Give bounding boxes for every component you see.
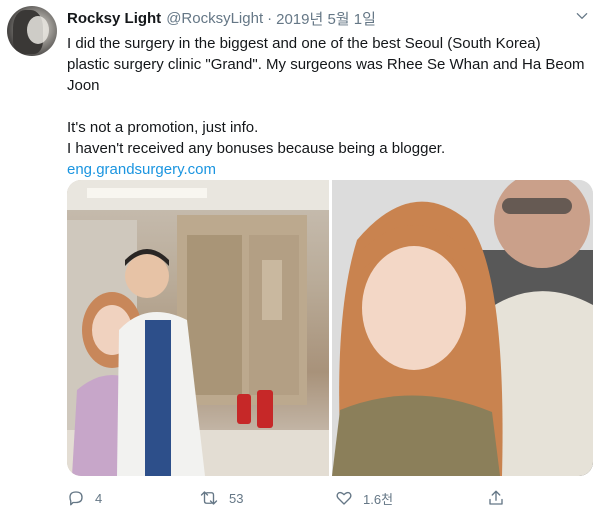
photo-clinic-scene <box>67 180 329 476</box>
more-options-button[interactable] <box>572 6 592 26</box>
reply-button[interactable]: 4 <box>67 485 102 511</box>
like-button[interactable]: 1.6천 <box>335 485 393 511</box>
author-handle[interactable]: @RocksyLight <box>166 10 263 27</box>
tweet-text-paragraph-2: It's not a promotion, just info. <box>67 119 259 136</box>
tweet-text-paragraph-1: I did the surgery in the biggest and one… <box>67 35 585 94</box>
tweet-text: I did the surgery in the biggest and one… <box>67 33 587 180</box>
share-button[interactable] <box>487 485 515 511</box>
tweet-actions: 4 53 1.6천 <box>67 485 587 511</box>
photo-selfie-scene <box>332 180 593 476</box>
retweet-button[interactable]: 53 <box>199 485 243 511</box>
like-count: 1.6천 <box>363 491 394 507</box>
tweet-text-paragraph-3: I haven't received any bonuses because b… <box>67 140 446 157</box>
tweet-date[interactable]: 2019년 5월 1일 <box>276 8 376 29</box>
retweet-icon <box>200 491 218 505</box>
heart-icon <box>336 491 352 505</box>
reply-icon <box>69 491 83 506</box>
tweet-card[interactable]: Rocksy Light @RocksyLight · 2019년 5월 1일 … <box>0 0 600 516</box>
avatar-face <box>27 16 49 44</box>
chevron-down-icon <box>576 13 588 19</box>
avatar[interactable] <box>7 6 57 56</box>
photo-clinic[interactable] <box>67 180 329 476</box>
share-icon <box>489 490 503 505</box>
photo-selfie[interactable] <box>332 180 593 476</box>
retweet-count: 53 <box>229 490 244 506</box>
media-grid <box>67 180 593 476</box>
author-name[interactable]: Rocksy Light <box>67 10 161 27</box>
tweet-header: Rocksy Light @RocksyLight · 2019년 5월 1일 <box>67 8 376 28</box>
reply-count: 4 <box>95 490 103 506</box>
header-separator: · <box>267 9 273 27</box>
tweet-link[interactable]: eng.grandsurgery.com <box>67 159 587 180</box>
